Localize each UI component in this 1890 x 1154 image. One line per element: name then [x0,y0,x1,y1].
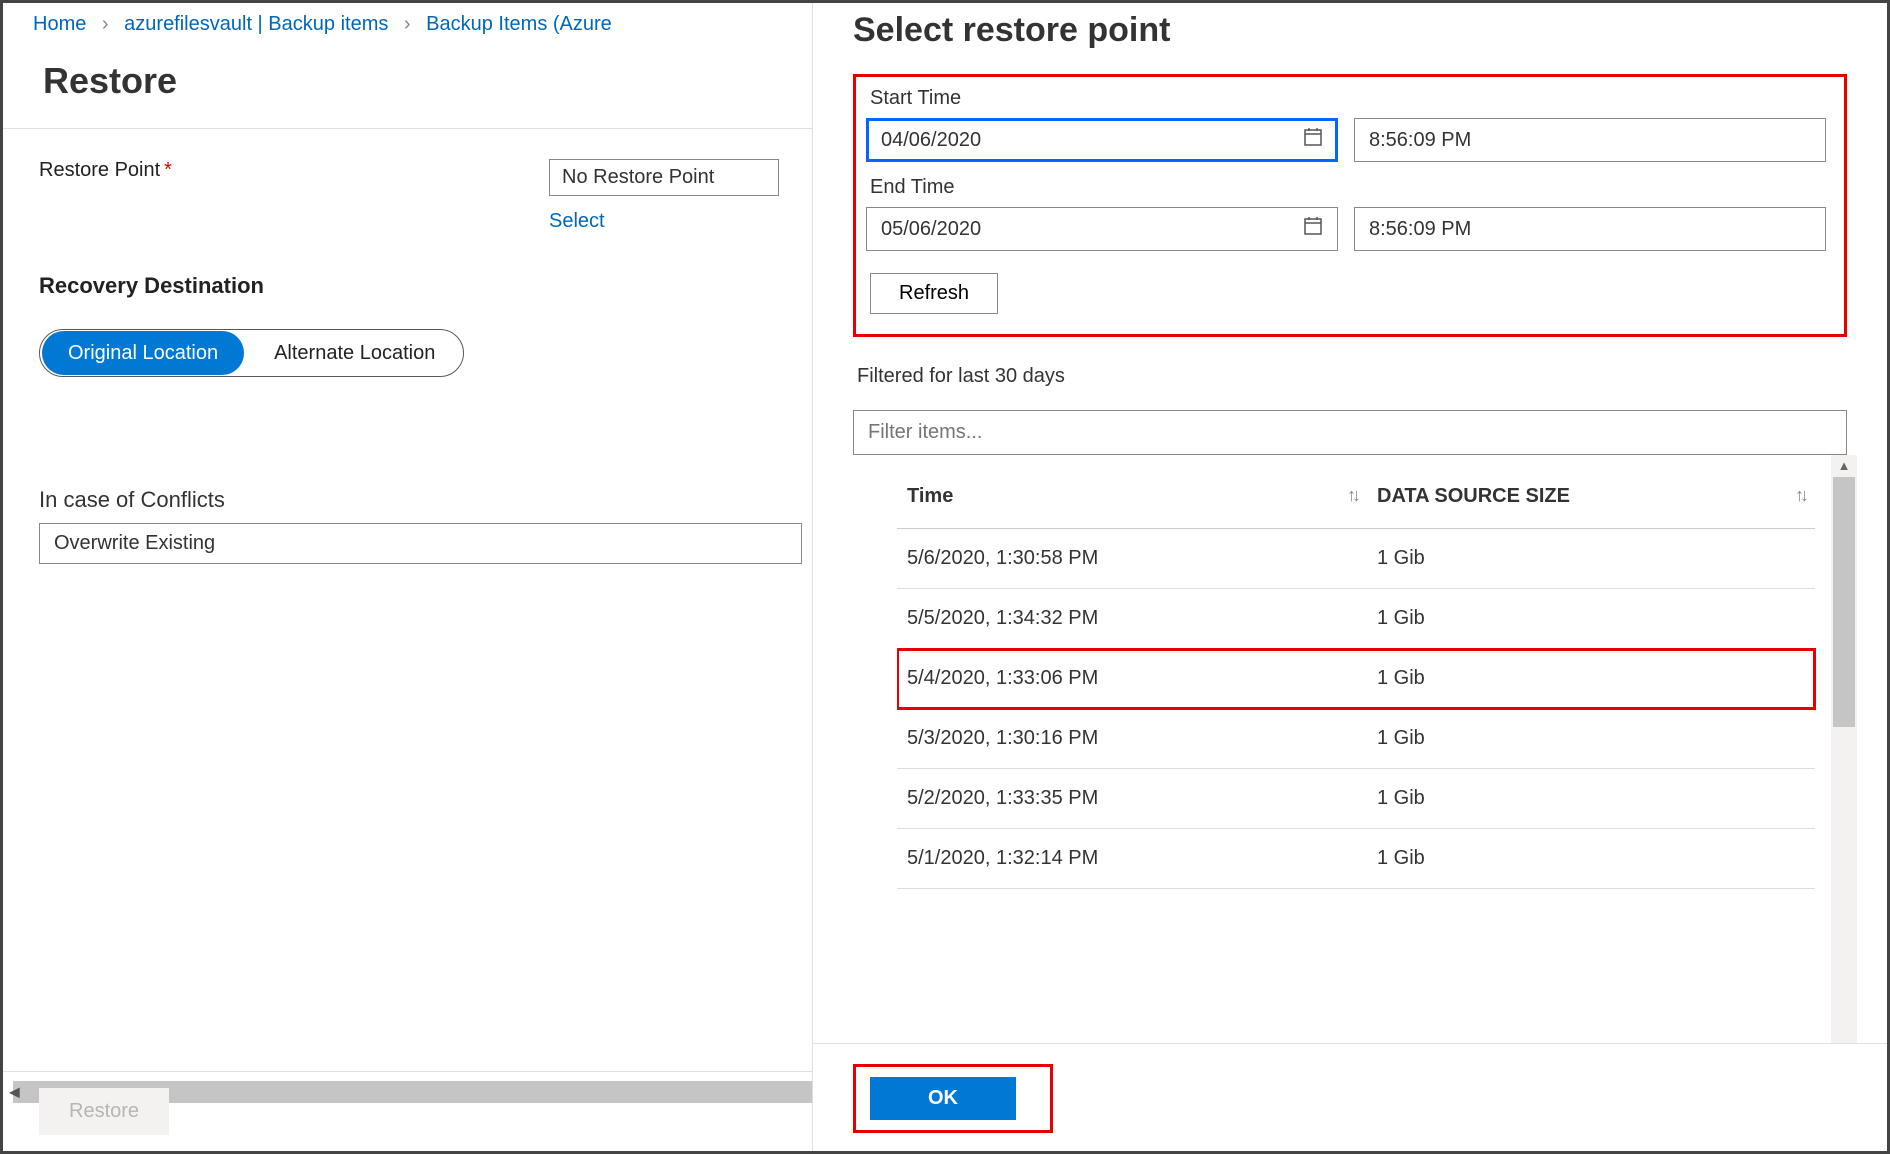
table-row-selected[interactable]: 5/4/2020, 1:33:06 PM1 Gib [897,649,1815,709]
breadcrumb-vault[interactable]: azurefilesvault | Backup items [124,13,388,35]
chevron-right-icon: › [102,13,109,35]
vertical-scrollbar[interactable]: ▲ [1831,455,1857,1043]
end-date-input[interactable]: 05/06/2020 [866,207,1338,251]
sort-icon: ↑↓ [1347,485,1357,506]
panel-title: Select restore point [853,3,1847,74]
restore-footer: Restore [3,1071,812,1151]
end-time-input[interactable]: 8:56:09 PM [1354,207,1826,251]
table-row[interactable]: 5/2/2020, 1:33:35 PM1 Gib [897,769,1815,829]
filter-items-input[interactable] [853,410,1847,455]
calendar-icon [1303,127,1323,153]
start-time-label: Start Time [870,87,1826,110]
select-restore-point-link[interactable]: Select [549,210,605,233]
restore-button[interactable]: Restore [39,1088,169,1135]
filter-note: Filtered for last 30 days [857,365,1847,388]
table-row[interactable]: 5/6/2020, 1:30:58 PM1 Gib [897,529,1815,589]
column-header-size[interactable]: DATA SOURCE SIZE ↑↓ [1367,455,1815,529]
table-row[interactable]: 5/1/2020, 1:32:14 PM1 Gib [897,829,1815,889]
table-row[interactable]: 5/5/2020, 1:34:32 PM1 Gib [897,589,1815,649]
scrollbar-thumb[interactable] [1833,477,1855,727]
conflicts-label: In case of Conflicts [39,487,802,513]
ok-button[interactable]: OK [870,1077,1016,1120]
chevron-right-icon: › [404,13,411,35]
restore-panel: Home › azurefilesvault | Backup items › … [3,3,813,1151]
select-restore-point-panel: Select restore point Start Time 04/06/20… [813,3,1887,1151]
start-date-input[interactable]: 04/06/2020 [866,118,1338,162]
start-time-input[interactable]: 8:56:09 PM [1354,118,1826,162]
restore-point-input[interactable]: No Restore Point [549,159,779,196]
table-row[interactable]: 5/3/2020, 1:30:16 PM1 Gib [897,709,1815,769]
breadcrumb-home[interactable]: Home [33,13,86,35]
breadcrumb: Home › azurefilesvault | Backup items › … [3,3,812,46]
toggle-alternate-location[interactable]: Alternate Location [248,331,461,375]
restore-points-table: Time ↑↓ DATA SOURCE SIZE ↑↓ 5/6/2020, 1:… [897,455,1815,889]
recovery-destination-label: Recovery Destination [39,273,802,299]
time-range-section: Start Time 04/06/2020 8:56:09 PM End Tim… [853,74,1847,337]
conflicts-select[interactable]: Overwrite Existing [39,523,802,564]
recovery-destination-toggle: Original Location Alternate Location [39,329,464,377]
panel-footer: OK [813,1043,1887,1151]
column-header-time[interactable]: Time ↑↓ [897,455,1367,529]
toggle-original-location[interactable]: Original Location [42,331,244,375]
restore-point-label: Restore Point* [39,159,549,182]
scroll-up-icon: ▲ [1831,455,1857,477]
calendar-icon [1303,216,1323,242]
refresh-button[interactable]: Refresh [870,273,998,314]
end-time-label: End Time [870,176,1826,199]
breadcrumb-items[interactable]: Backup Items (Azure [426,13,612,35]
sort-icon: ↑↓ [1795,485,1805,506]
page-title: Restore [3,46,812,129]
